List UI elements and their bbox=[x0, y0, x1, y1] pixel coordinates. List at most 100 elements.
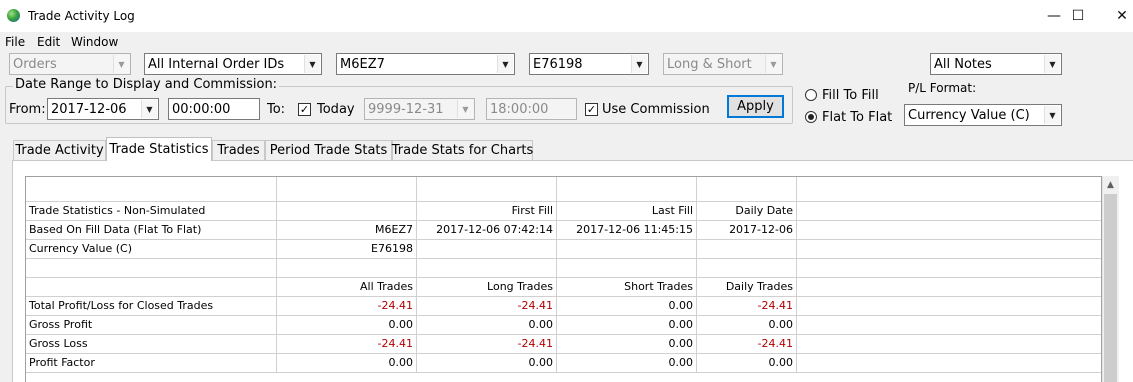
chevron-down-icon: ▼ bbox=[1044, 55, 1060, 73]
grid-cell: Short Trades bbox=[557, 278, 697, 297]
close-button[interactable]: ✕ bbox=[1100, 0, 1133, 32]
chevron-down-icon: ▼ bbox=[497, 55, 513, 73]
table-row: Based On Fill Data (Flat To Flat) M6EZ7 … bbox=[26, 221, 1101, 240]
grid-cell: 0.00 bbox=[557, 316, 697, 335]
grid-cell: 0.00 bbox=[277, 354, 417, 373]
from-label: From: bbox=[9, 102, 46, 117]
tab-trade-statistics[interactable]: Trade Statistics bbox=[106, 137, 212, 161]
grid-cell: All Trades bbox=[277, 278, 417, 297]
grid-cell: Long Trades bbox=[417, 278, 557, 297]
scroll-up-icon[interactable]: ▲ bbox=[1102, 176, 1119, 193]
orders-select[interactable]: Orders ▼ bbox=[9, 53, 131, 75]
grid-cell: Gross Loss bbox=[26, 335, 277, 354]
to-time-field[interactable]: 18:00:00 bbox=[486, 98, 577, 120]
date-range-group-label: Date Range to Display and Commission: bbox=[13, 77, 280, 92]
account-select[interactable]: E76198 ▼ bbox=[529, 53, 649, 75]
today-label: Today bbox=[317, 102, 355, 117]
grid-cell: 0.00 bbox=[277, 316, 417, 335]
grid-cell: Total Profit/Loss for Closed Trades bbox=[26, 297, 277, 316]
flat-to-flat-radio[interactable] bbox=[805, 111, 817, 123]
fill-to-fill-radio[interactable] bbox=[805, 89, 817, 101]
use-commission-checkbox[interactable]: ✓ bbox=[585, 103, 598, 116]
table-row: Currency Value (C) E76198 bbox=[26, 240, 1101, 259]
grid-cell: Last Fill bbox=[557, 202, 697, 221]
to-label: To: bbox=[267, 102, 286, 117]
from-time-field[interactable]: 00:00:00 bbox=[168, 98, 260, 120]
symbol-select[interactable]: M6EZ7 ▼ bbox=[336, 53, 515, 75]
tab-trade-stats-for-charts[interactable]: Trade Stats for Charts bbox=[392, 140, 533, 160]
chevron-down-icon: ▼ bbox=[304, 55, 320, 73]
table-row: Gross Profit 0.00 0.00 0.00 0.00 bbox=[26, 316, 1101, 335]
grid-cell bbox=[797, 177, 1101, 202]
chevron-down-icon: ▼ bbox=[765, 55, 781, 73]
grid-cell: E76198 bbox=[277, 240, 417, 259]
side-select-value: Long & Short bbox=[667, 56, 752, 72]
grid-cell: Daily Date bbox=[697, 202, 797, 221]
grid-cell: 0.00 bbox=[557, 354, 697, 373]
chevron-down-icon: ▼ bbox=[141, 100, 157, 118]
grid-cell: Based On Fill Data (Flat To Flat) bbox=[26, 221, 277, 240]
pl-format-select[interactable]: Currency Value (C) ▼ bbox=[904, 104, 1062, 126]
use-commission-label: Use Commission bbox=[602, 102, 710, 117]
grid-cell bbox=[797, 335, 1101, 354]
grid-cell bbox=[26, 278, 277, 297]
window-title: Trade Activity Log bbox=[28, 9, 135, 23]
order-ids-select[interactable]: All Internal Order IDs ▼ bbox=[144, 53, 322, 75]
grid-cell: First Fill bbox=[417, 202, 557, 221]
grid-cell bbox=[277, 177, 417, 202]
chevron-down-icon: ▼ bbox=[113, 55, 129, 73]
grid-cell: -24.41 bbox=[417, 335, 557, 354]
orders-select-value: Orders bbox=[13, 56, 57, 72]
today-checkbox[interactable]: ✓ bbox=[298, 103, 311, 116]
grid-cell bbox=[26, 177, 277, 202]
tab-trade-activity[interactable]: Trade Activity bbox=[13, 140, 106, 160]
grid-cell: 2017-12-06 07:42:14 bbox=[417, 221, 557, 240]
chevron-down-icon: ▼ bbox=[631, 55, 647, 73]
notes-select[interactable]: All Notes ▼ bbox=[930, 53, 1062, 75]
menu-window[interactable]: Window bbox=[71, 35, 118, 49]
fill-to-fill-label: Fill To Fill bbox=[822, 88, 879, 103]
table-row: Gross Loss -24.41 -24.41 0.00 -24.41 bbox=[26, 335, 1101, 354]
table-row: Trade Statistics - Non-Simulated First F… bbox=[26, 202, 1101, 221]
pl-format-value: Currency Value (C) bbox=[908, 107, 1030, 123]
grid-cell bbox=[797, 354, 1101, 373]
grid-cell bbox=[417, 259, 557, 278]
grid-cell bbox=[697, 259, 797, 278]
app-globe-icon bbox=[7, 9, 20, 22]
grid-cell bbox=[417, 240, 557, 259]
grid-cell: 0.00 bbox=[697, 316, 797, 335]
statistics-grid: Trade Statistics - Non-Simulated First F… bbox=[25, 176, 1102, 382]
notes-select-value: All Notes bbox=[934, 56, 992, 72]
grid-cell bbox=[26, 259, 277, 278]
table-row bbox=[26, 259, 1101, 278]
grid-cell: -24.41 bbox=[277, 335, 417, 354]
grid-cell: Gross Profit bbox=[26, 316, 277, 335]
menu-file[interactable]: File bbox=[5, 35, 25, 49]
grid-cell bbox=[277, 259, 417, 278]
from-date-value: 2017-12-06 bbox=[51, 101, 127, 117]
to-date-value: 9999-12-31 bbox=[368, 101, 444, 117]
grid-cell: 0.00 bbox=[417, 316, 557, 335]
tab-period-trade-stats[interactable]: Period Trade Stats bbox=[265, 140, 392, 160]
apply-button[interactable]: Apply bbox=[727, 95, 784, 118]
scrollbar-thumb[interactable] bbox=[1104, 194, 1117, 382]
title-bar bbox=[0, 0, 1133, 32]
menu-edit[interactable]: Edit bbox=[37, 35, 60, 49]
grid-cell bbox=[277, 202, 417, 221]
chevron-down-icon: ▼ bbox=[457, 100, 473, 118]
grid-cell: 0.00 bbox=[417, 354, 557, 373]
radio-selected-dot bbox=[808, 114, 814, 120]
tab-trades[interactable]: Trades bbox=[212, 140, 265, 160]
to-date-picker[interactable]: 9999-12-31 ▼ bbox=[364, 98, 475, 120]
side-select[interactable]: Long & Short ▼ bbox=[663, 53, 783, 75]
grid-cell bbox=[797, 221, 1101, 240]
grid-cell: 0.00 bbox=[557, 335, 697, 354]
order-ids-select-value: All Internal Order IDs bbox=[148, 56, 285, 72]
grid-cell bbox=[557, 240, 697, 259]
from-date-picker[interactable]: 2017-12-06 ▼ bbox=[47, 98, 159, 120]
table-row: All Trades Long Trades Short Trades Dail… bbox=[26, 278, 1101, 297]
maximize-button[interactable]: ☐ bbox=[1056, 0, 1100, 32]
table-row: Total Profit/Loss for Closed Trades -24.… bbox=[26, 297, 1101, 316]
grid-cell: 0.00 bbox=[557, 297, 697, 316]
account-select-value: E76198 bbox=[533, 56, 583, 72]
